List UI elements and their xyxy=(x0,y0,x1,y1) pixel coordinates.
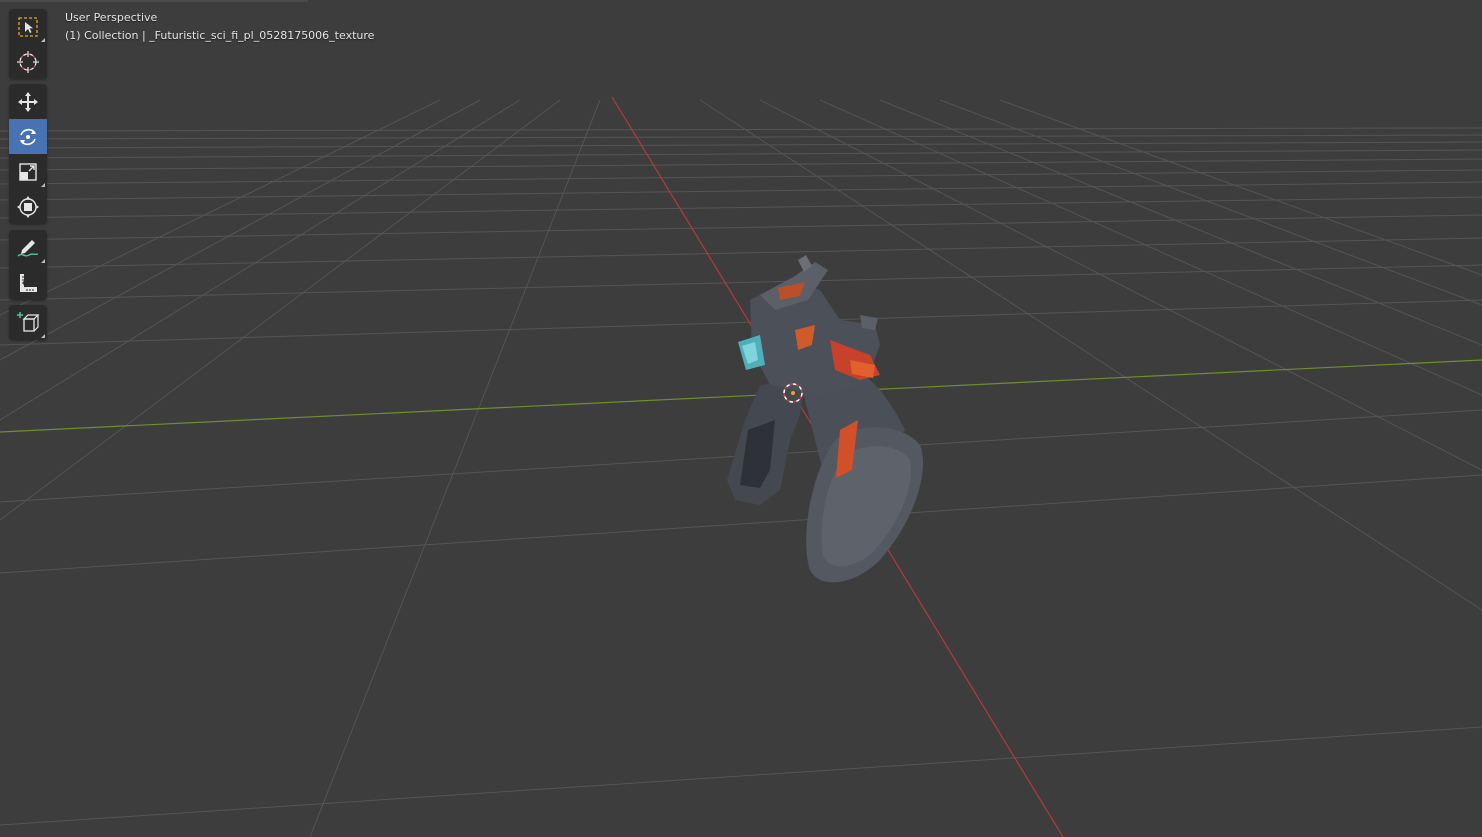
y-axis-line xyxy=(0,359,1482,433)
add-cube-tool-button[interactable] xyxy=(9,305,47,340)
viewport-scene[interactable] xyxy=(0,0,1482,837)
measure-ruler-icon xyxy=(20,273,37,292)
toolbar-select-group xyxy=(9,9,47,79)
add-cube-icon xyxy=(17,311,40,332)
toolbar-add-group xyxy=(9,305,47,340)
select-box-icon xyxy=(18,16,38,37)
3d-cursor-tool-icon xyxy=(17,50,39,73)
toolbar-annotate-group xyxy=(9,230,47,300)
transform-tool-button[interactable] xyxy=(9,189,47,224)
rotate-icon xyxy=(20,128,36,145)
scale-tool-button[interactable] xyxy=(9,154,47,189)
sci-fi-pistol-model[interactable] xyxy=(727,255,924,583)
annotate-tool-button[interactable] xyxy=(9,230,47,265)
toolbar-transform-group xyxy=(9,84,47,224)
transform-icon xyxy=(17,195,39,218)
3d-viewport[interactable]: User Perspective (1) Collection | _Futur… xyxy=(0,0,1482,837)
annotate-pencil-icon xyxy=(17,239,39,257)
view-name-label: User Perspective xyxy=(65,11,158,24)
move-tool-button[interactable] xyxy=(9,84,47,119)
cursor-tool-button[interactable] xyxy=(9,44,47,79)
select-box-tool-button[interactable] xyxy=(9,9,47,44)
scale-icon xyxy=(19,162,37,181)
collection-object-label: (1) Collection | _Futuristic_sci_fi_pl_0… xyxy=(65,29,375,42)
measure-tool-button[interactable] xyxy=(9,265,47,300)
rotate-tool-button[interactable] xyxy=(9,119,47,154)
move-arrows-icon xyxy=(18,91,38,112)
